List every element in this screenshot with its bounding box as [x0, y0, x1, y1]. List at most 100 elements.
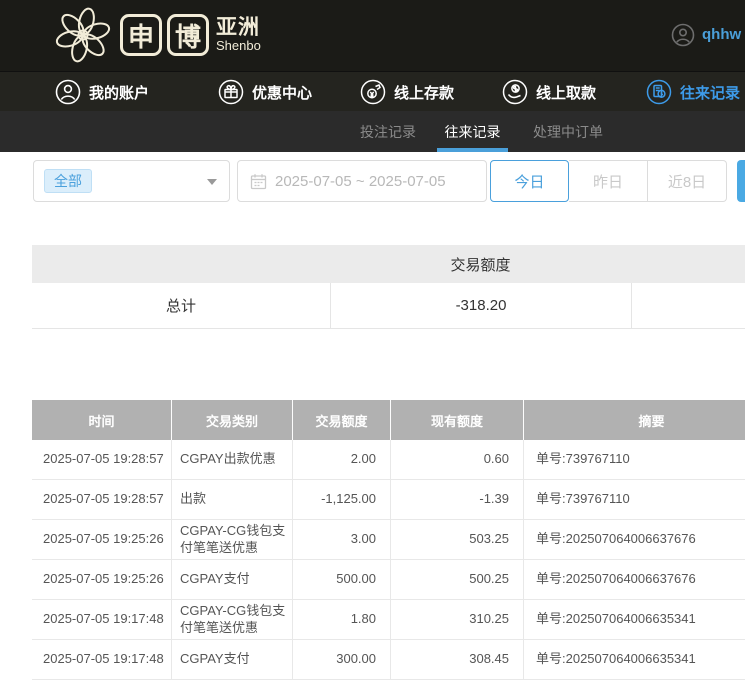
- date-range-value: 2025-07-05 ~ 2025-07-05: [275, 173, 446, 190]
- col-header-summary: 摘要: [523, 400, 745, 440]
- chevron-down-icon: [207, 179, 217, 185]
- yesterday-button[interactable]: 昨日: [569, 160, 648, 202]
- nav-label: 往来记录: [680, 82, 740, 103]
- top-header: 申 博 亚洲 Shenbo qhhw: [0, 0, 745, 71]
- record-tabs: 投注记录 往来记录 处理中订单: [0, 111, 745, 152]
- transactions-table: 时间 交易类别 交易额度 现有额度 摘要 2025-07-05 19:28:57…: [32, 400, 745, 680]
- cell-time: 2025-07-05 19:28:57: [32, 440, 171, 479]
- category-selected-tag[interactable]: 全部: [44, 169, 92, 193]
- cell-balance: -1.39: [390, 480, 523, 519]
- nav-item-my-account[interactable]: 我的账户: [55, 72, 149, 112]
- cell-type: CGPAY出款优惠: [171, 440, 292, 479]
- cell-summary: 单号:202507064006637676: [523, 560, 745, 599]
- col-header-balance: 现有额度: [390, 400, 523, 440]
- col-header-amount: 交易额度: [292, 400, 390, 440]
- transaction-row: 2025-07-05 19:17:48CGPAY支付300.00308.45单号…: [32, 640, 745, 680]
- user-icon: [55, 79, 81, 105]
- cell-type: CGPAY-CG钱包支付笔笔送优惠: [171, 600, 292, 639]
- quick-date-buttons: 今日 昨日 近8日: [490, 160, 727, 202]
- cell-time: 2025-07-05 19:17:48: [32, 600, 171, 639]
- cell-time: 2025-07-05 19:28:57: [32, 480, 171, 519]
- transaction-row: 2025-07-05 19:17:48CGPAY-CG钱包支付笔笔送优惠1.80…: [32, 600, 745, 640]
- date-range-input[interactable]: 2025-07-05 ~ 2025-07-05: [237, 160, 487, 202]
- nav-item-withdraw[interactable]: 线上取款: [502, 72, 596, 112]
- cell-amount: 300.00: [292, 640, 390, 679]
- gift-icon: [218, 79, 244, 105]
- tab-label: 往来记录: [445, 122, 501, 142]
- logo-region-text: 亚洲: [216, 17, 261, 39]
- tab-transaction-records[interactable]: 往来记录: [437, 111, 508, 152]
- category-select[interactable]: 全部: [33, 160, 230, 202]
- cell-balance: 500.25: [390, 560, 523, 599]
- summary-total-row: 总计 -318.20: [32, 283, 745, 329]
- cell-summary: 单号:202507064006637676: [523, 520, 745, 559]
- nav-item-deposit[interactable]: 线上存款: [360, 72, 454, 112]
- main-nav: 我的账户 优惠中心: [0, 71, 745, 111]
- cell-balance: 0.60: [390, 440, 523, 479]
- nav-label: 优惠中心: [252, 82, 312, 103]
- cell-type: CGPAY-CG钱包支付笔笔送优惠: [171, 520, 292, 559]
- cell-amount: 500.00: [292, 560, 390, 599]
- deposit-icon: [360, 79, 386, 105]
- nav-label: 线上取款: [536, 82, 596, 103]
- tab-label: 投注记录: [360, 122, 416, 142]
- summary-empty-cell: [631, 283, 745, 328]
- logo-characters: 申 博: [120, 14, 209, 56]
- transaction-row: 2025-07-05 19:25:26CGPAY-CG钱包支付笔笔送优惠3.00…: [32, 520, 745, 560]
- col-header-time: 时间: [32, 400, 171, 440]
- button-label: 今日: [514, 171, 544, 192]
- transactions-header-row: 时间 交易类别 交易额度 现有额度 摘要: [32, 400, 745, 440]
- avatar-icon[interactable]: [671, 23, 695, 47]
- logo-char-bo: 博: [167, 14, 209, 56]
- nav-item-promotions[interactable]: 优惠中心: [218, 72, 312, 112]
- tab-label: 处理中订单: [533, 122, 603, 142]
- cell-summary: 单号:739767110: [523, 480, 745, 519]
- cell-summary: 单号:739767110: [523, 440, 745, 479]
- today-button[interactable]: 今日: [490, 160, 569, 202]
- button-label: 昨日: [593, 171, 623, 192]
- cell-balance: 310.25: [390, 600, 523, 639]
- summary-table: 交易额度 总计 -318.20: [32, 245, 745, 329]
- nav-label: 线上存款: [394, 82, 454, 103]
- last-8-days-button[interactable]: 近8日: [648, 160, 727, 202]
- summary-total-value: -318.20: [330, 283, 631, 328]
- calendar-icon: [250, 173, 267, 190]
- logo-char-shen: 申: [120, 14, 162, 56]
- username[interactable]: qhhw: [702, 26, 741, 43]
- summary-total-label: 总计: [32, 283, 330, 328]
- tab-bet-records[interactable]: 投注记录: [352, 111, 424, 152]
- cell-balance: 503.25: [390, 520, 523, 559]
- page: 申 博 亚洲 Shenbo qhhw: [0, 0, 745, 680]
- cell-amount: 3.00: [292, 520, 390, 559]
- transaction-row: 2025-07-05 19:25:26CGPAY支付500.00500.25单号…: [32, 560, 745, 600]
- cell-time: 2025-07-05 19:25:26: [32, 560, 171, 599]
- cell-balance: 308.45: [390, 640, 523, 679]
- transactions-body: 2025-07-05 19:28:57CGPAY出款优惠2.000.60单号:7…: [32, 440, 745, 680]
- nav-item-transaction-records[interactable]: 往来记录: [646, 72, 740, 112]
- flower-icon: [52, 4, 114, 66]
- button-label: 近8日: [668, 171, 706, 192]
- col-header-type: 交易类别: [171, 400, 292, 440]
- active-tab-underline: [437, 148, 508, 152]
- summary-header-amount: 交易额度: [330, 245, 631, 283]
- summary-header-empty: [32, 245, 330, 283]
- records-icon: [646, 79, 672, 105]
- nav-label: 我的账户: [89, 82, 149, 103]
- search-button[interactable]: [737, 160, 745, 202]
- cell-type: CGPAY支付: [171, 560, 292, 599]
- cell-summary: 单号:202507064006635341: [523, 640, 745, 679]
- site-logo[interactable]: 申 博 亚洲 Shenbo: [52, 4, 261, 66]
- transaction-row: 2025-07-05 19:28:57CGPAY出款优惠2.000.60单号:7…: [32, 440, 745, 480]
- tab-pending-orders[interactable]: 处理中订单: [525, 111, 611, 152]
- cell-type: CGPAY支付: [171, 640, 292, 679]
- cell-time: 2025-07-05 19:17:48: [32, 640, 171, 679]
- logo-wordmark: 亚洲 Shenbo: [216, 17, 261, 53]
- withdraw-icon: [502, 79, 528, 105]
- filter-row: 全部 2025-07-05 ~ 2025-07-05: [0, 160, 745, 202]
- cell-amount: -1,125.00: [292, 480, 390, 519]
- logo-subtitle: Shenbo: [216, 39, 261, 53]
- transaction-row: 2025-07-05 19:28:57出款-1,125.00-1.39单号:73…: [32, 480, 745, 520]
- cell-type: 出款: [171, 480, 292, 519]
- summary-header-row: 交易额度: [32, 245, 745, 283]
- cell-time: 2025-07-05 19:25:26: [32, 520, 171, 559]
